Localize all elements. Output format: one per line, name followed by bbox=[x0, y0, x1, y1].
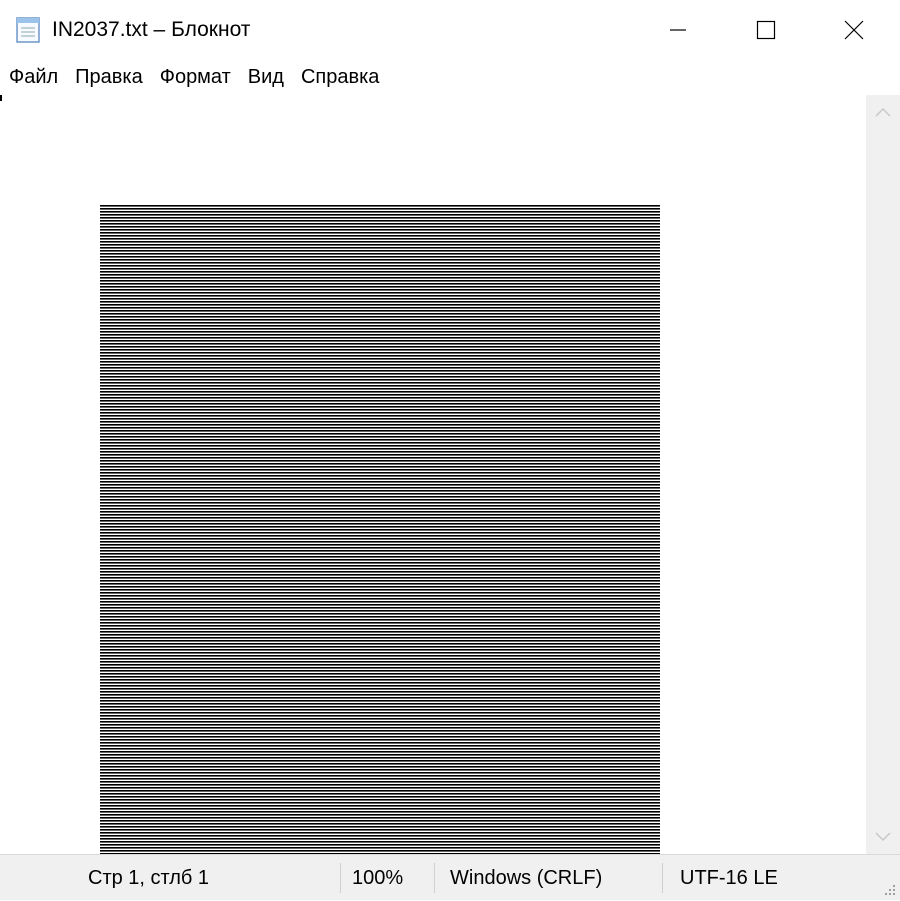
status-divider bbox=[662, 863, 663, 893]
notepad-window: IN2037.txt – Блокнот Файл Правка Формат … bbox=[0, 0, 900, 900]
scroll-down-button[interactable] bbox=[866, 820, 900, 854]
menu-help[interactable]: Справка bbox=[300, 60, 387, 94]
status-encoding: UTF-16 LE bbox=[680, 867, 778, 889]
maximize-button[interactable] bbox=[720, 0, 812, 60]
notepad-icon bbox=[16, 17, 40, 43]
status-divider bbox=[434, 863, 435, 893]
minimize-button[interactable] bbox=[632, 0, 724, 60]
title-bar[interactable]: IN2037.txt – Блокнот bbox=[0, 0, 900, 60]
status-zoom: 100% bbox=[352, 867, 404, 889]
close-button[interactable] bbox=[808, 0, 900, 60]
vertical-scrollbar[interactable] bbox=[866, 95, 900, 854]
window-title: IN2037.txt – Блокнот bbox=[52, 18, 251, 41]
status-bar: Стр 1, стлб 1 100% Windows (CRLF) UTF-16… bbox=[0, 854, 900, 900]
status-cursor-position: Стр 1, стлб 1 bbox=[88, 867, 210, 889]
scroll-up-button[interactable] bbox=[866, 95, 900, 129]
menu-bar: Файл Правка Формат Вид Справка bbox=[0, 60, 900, 94]
resize-grip-icon[interactable] bbox=[882, 882, 896, 896]
text-editor-area[interactable] bbox=[0, 95, 866, 854]
chevron-down-icon bbox=[875, 832, 891, 842]
menu-format[interactable]: Формат bbox=[159, 60, 239, 94]
status-line-endings: Windows (CRLF) bbox=[450, 867, 603, 889]
text-caret bbox=[0, 95, 2, 101]
minimize-icon bbox=[670, 29, 686, 31]
maximize-icon bbox=[756, 20, 776, 40]
status-divider bbox=[340, 863, 341, 893]
menu-file[interactable]: Файл bbox=[0, 60, 66, 94]
close-icon bbox=[844, 20, 864, 40]
menu-edit[interactable]: Правка bbox=[74, 60, 151, 94]
jumping-boy-illustration bbox=[100, 205, 660, 854]
menu-view[interactable]: Вид bbox=[247, 60, 292, 94]
chevron-up-icon bbox=[875, 107, 891, 117]
